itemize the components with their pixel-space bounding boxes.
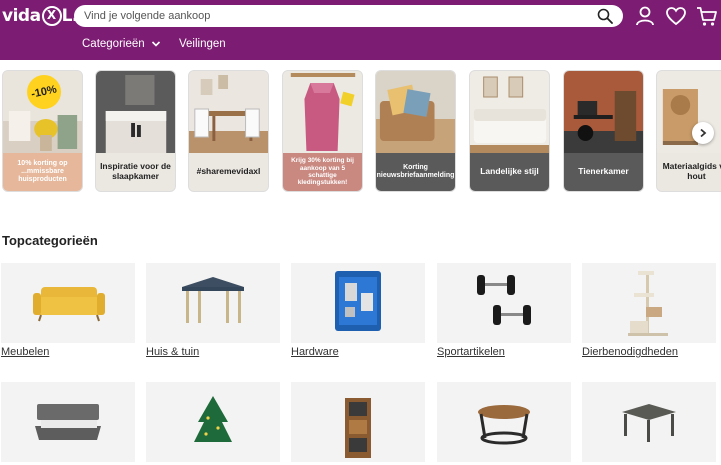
nav-categories[interactable]: Categorieën xyxy=(82,38,161,50)
category-label[interactable]: Meubelen xyxy=(1,346,49,358)
site-header: vida X L .nl Categorieën Veilingen xyxy=(0,0,721,60)
category-label[interactable]: Sportartikelen xyxy=(437,346,505,358)
category-image xyxy=(437,263,571,343)
logo-x-mark: X xyxy=(41,6,62,26)
carousel-card[interactable]: Korting nieuwsbriefaanmelding xyxy=(375,70,456,192)
card-label: #sharemevidaxl xyxy=(189,153,268,191)
category-tile[interactable]: Huis & tuin xyxy=(146,263,280,363)
dumbbells-image xyxy=(477,275,531,325)
carousel-next-button[interactable] xyxy=(692,122,714,144)
wishlist-heart-icon[interactable] xyxy=(665,5,687,27)
category-image xyxy=(1,263,135,343)
category-label[interactable]: Huis & tuin xyxy=(146,346,199,358)
section-title: Topcategorieën xyxy=(2,233,98,248)
nav-auctions[interactable]: Veilingen xyxy=(179,38,226,50)
category-image xyxy=(582,263,716,343)
category-tile[interactable]: Dierbenodigdheden xyxy=(582,263,716,363)
category-image xyxy=(291,263,425,343)
cat-tree-image xyxy=(628,271,668,336)
category-tile[interactable] xyxy=(1,382,135,465)
category-image xyxy=(1,382,135,462)
carousel-card[interactable]: Tienerkamer xyxy=(563,70,644,192)
card-label: Inspiratie voor de slaapkamer xyxy=(96,153,175,191)
category-tile[interactable]: Meubelen xyxy=(1,263,135,363)
cart-icon[interactable] xyxy=(696,5,718,27)
card-label: Krijg 30% korting bij aankoop van 5 scha… xyxy=(283,153,362,191)
category-tile[interactable] xyxy=(291,382,425,465)
category-tile[interactable]: Hardware xyxy=(291,263,425,363)
cabinet-image xyxy=(345,398,371,458)
category-image xyxy=(582,382,716,462)
nav-categories-label: Categorieën xyxy=(82,38,145,50)
category-tile[interactable] xyxy=(437,382,571,465)
carousel-card[interactable]: Inspiratie voor de slaapkamer xyxy=(95,70,176,192)
toolcase-image xyxy=(335,271,381,331)
chevron-down-icon xyxy=(151,41,160,47)
card-label: Tienerkamer xyxy=(564,153,643,191)
coffee-table-image xyxy=(478,405,530,445)
category-label[interactable]: Dierbenodigdheden xyxy=(582,346,678,358)
gazebo-image xyxy=(182,277,244,323)
sofa-image xyxy=(33,287,105,322)
category-tile[interactable] xyxy=(146,382,280,465)
chevron-right-icon xyxy=(700,128,707,138)
search-bar[interactable] xyxy=(74,5,623,27)
christmas-tree-image xyxy=(194,396,232,442)
card-image xyxy=(189,71,268,155)
search-icon[interactable] xyxy=(597,8,613,24)
bed-image xyxy=(35,404,101,440)
carousel-card[interactable]: -10% 10% korting op ...mmissbare huispro… xyxy=(2,70,83,192)
category-tile[interactable]: Sportartikelen xyxy=(437,263,571,363)
account-icon[interactable] xyxy=(634,5,656,27)
category-image xyxy=(146,263,280,343)
category-tile[interactable] xyxy=(582,382,716,465)
carousel-card[interactable]: Krijg 30% korting bij aankoop van 5 scha… xyxy=(282,70,363,192)
card-label: Materiaalgids v... hout xyxy=(657,153,721,191)
carousel-card[interactable]: Landelijke stijl xyxy=(469,70,550,192)
carousel-card[interactable]: #sharemevidaxl xyxy=(188,70,269,192)
card-image xyxy=(564,71,643,155)
logo-text: vida xyxy=(2,6,41,26)
logo-l: L xyxy=(61,6,73,26)
card-label: Korting nieuwsbriefaanmelding xyxy=(376,153,455,191)
category-label[interactable]: Hardware xyxy=(291,346,339,358)
search-input[interactable] xyxy=(84,7,584,25)
pergola-image xyxy=(622,404,676,442)
card-image xyxy=(376,71,455,155)
promo-carousel: -10% 10% korting op ...mmissbare huispro… xyxy=(0,70,721,193)
card-image xyxy=(96,71,175,155)
category-image xyxy=(146,382,280,462)
card-image xyxy=(657,71,721,155)
card-label: 10% korting op ...mmissbare huisproducte… xyxy=(3,153,82,191)
category-image xyxy=(437,382,571,462)
card-image xyxy=(470,71,549,155)
category-image xyxy=(291,382,425,462)
card-label: Landelijke stijl xyxy=(470,153,549,191)
nav-auctions-label: Veilingen xyxy=(179,38,226,50)
card-image xyxy=(283,71,362,155)
